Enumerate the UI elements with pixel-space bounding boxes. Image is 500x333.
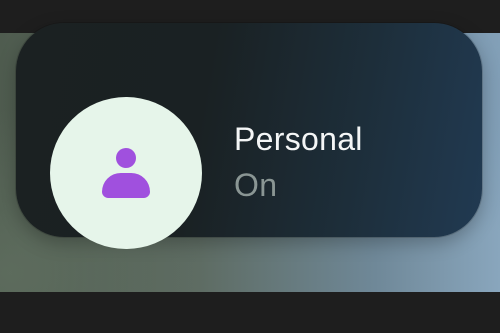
- focus-mode-status: On: [234, 167, 278, 203]
- focus-mode-title: Personal: [234, 121, 363, 157]
- person-icon: [102, 148, 150, 198]
- person-icon-head: [116, 148, 136, 168]
- person-icon-body: [102, 173, 150, 198]
- focus-icon-circle[interactable]: [50, 97, 202, 249]
